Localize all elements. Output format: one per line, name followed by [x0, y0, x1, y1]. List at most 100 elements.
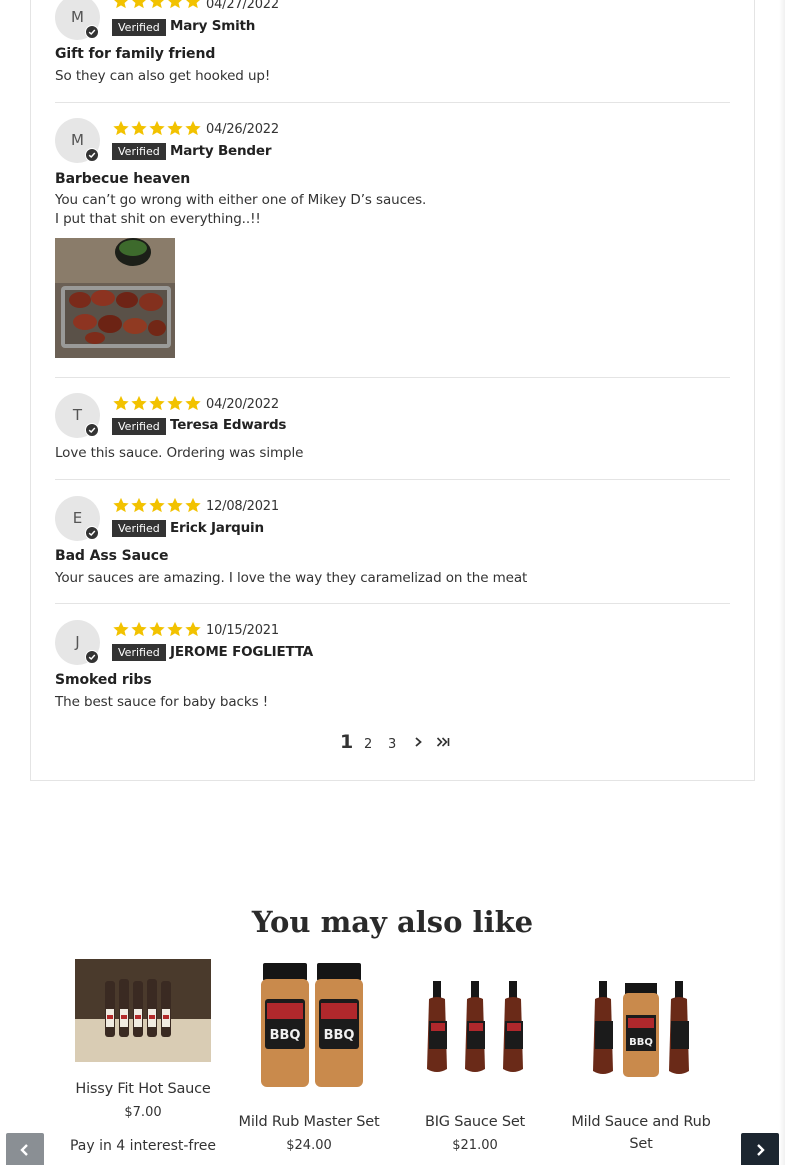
star-icon: [149, 497, 165, 513]
verified-badge: Verified: [112, 644, 166, 661]
star-icon: [185, 497, 201, 513]
star-icon: [113, 395, 129, 411]
svg-text:BBQ: BBQ: [324, 1028, 355, 1043]
page-link-2[interactable]: 2: [364, 737, 388, 752]
review-body: Your sauces are amazing. I love the way …: [55, 569, 527, 588]
star-icon: [167, 395, 183, 411]
reviewer-name: Mary Smith: [170, 18, 256, 34]
star-icon: [149, 395, 165, 411]
product-name[interactable]: Hissy Fit Hot Sauce: [60, 1078, 226, 1100]
star-rating: [112, 497, 202, 513]
avatar-initial: M: [71, 131, 84, 149]
carousel-prev-button[interactable]: [6, 1133, 44, 1165]
review-photo[interactable]: [55, 238, 175, 358]
product-name-line: Set: [629, 1136, 653, 1152]
review-date: 04/26/2022: [206, 122, 279, 137]
star-icon: [167, 120, 183, 136]
star-icon: [131, 395, 147, 411]
review-date: 04/27/2022: [206, 0, 279, 12]
avatar: E: [55, 496, 100, 541]
chevron-right-icon: [415, 737, 422, 747]
review-item: M 04/27/2022 Verified Mary Smith Gift fo…: [55, 0, 730, 103]
product-price: $7.00: [124, 1105, 162, 1120]
product-image[interactable]: BBQ BBQ: [241, 959, 377, 1095]
verified-badge: Verified: [112, 143, 166, 160]
star-icon: [113, 497, 129, 513]
product-card[interactable]: BIG Sauce Set $21.00: [392, 959, 558, 1153]
page-current: 1: [340, 731, 354, 753]
star-icon: [149, 621, 165, 637]
review-title: Gift for family friend: [55, 46, 216, 62]
product-image[interactable]: BBQ: [573, 959, 709, 1095]
chevron-left-icon: [20, 1144, 28, 1156]
page-edge: [779, 0, 785, 1165]
review-body: Love this sauce. Ordering was simple: [55, 444, 303, 463]
product-price: $21.00: [452, 1138, 498, 1153]
product-card[interactable]: BBQ BBQ Mild Rub Master Set $24.00: [226, 959, 392, 1153]
reviewer-name: JEROME FOGLIETTA: [170, 644, 314, 660]
avatar-initial: T: [72, 406, 83, 424]
product-name[interactable]: Mild Rub Master Set: [226, 1111, 392, 1133]
product-name[interactable]: BIG Sauce Set: [392, 1111, 558, 1133]
product-image[interactable]: [75, 959, 211, 1062]
pagination: 1 2 3: [340, 731, 460, 753]
review-title: Smoked ribs: [55, 672, 152, 688]
star-icon: [132, 0, 146, 9]
star-rating: [112, 120, 202, 136]
star-icon: [168, 0, 182, 9]
review-date: 04/20/2022: [206, 397, 279, 412]
review-item: J 10/15/2021 Verified JEROME FOGLIETTA S…: [55, 604, 730, 714]
page-link-3[interactable]: 3: [388, 737, 412, 752]
check-icon: [85, 423, 99, 437]
star-icon: [113, 120, 129, 136]
star-rating: [112, 621, 202, 637]
review-body-line: Love this sauce. Ordering was simple: [55, 445, 304, 461]
star-icon: [131, 120, 147, 136]
avatar: M: [55, 118, 100, 163]
last-page-button[interactable]: [436, 735, 460, 749]
installment-text: Pay in 4 interest-free: [69, 1138, 217, 1154]
product-image[interactable]: [407, 959, 543, 1095]
review-title: Barbecue heaven: [55, 171, 191, 187]
star-icon: [114, 0, 128, 9]
avatar: M: [55, 0, 100, 40]
review-body-line: The best sauce for baby backs !: [55, 694, 269, 710]
verified-badge: Verified: [112, 418, 166, 435]
carousel-next-button[interactable]: [741, 1133, 779, 1165]
verified-badge: Verified: [112, 520, 166, 537]
review-body-line: Your sauces are amazing. I love the way …: [55, 570, 528, 586]
avatar-initial: J: [75, 633, 80, 651]
star-icon: [150, 0, 164, 9]
review-body-line: You can’t go wrong with either one of Mi…: [55, 192, 427, 208]
review-item: E 12/08/2021 Verified Erick Jarquin Bad …: [55, 480, 730, 604]
check-icon: [85, 526, 99, 540]
product-card[interactable]: Hissy Fit Hot Sauce $7.00 Pay in 4 inter…: [60, 959, 226, 1154]
section-title: You may also like: [251, 905, 534, 939]
review-item: T 04/20/2022 Verified Teresa Edwards Lov…: [55, 378, 730, 480]
star-rating: [112, 0, 202, 9]
star-icon: [131, 497, 147, 513]
star-icon: [149, 120, 165, 136]
review-date: 12/08/2021: [206, 499, 279, 514]
star-icon: [185, 621, 201, 637]
review-body: You can’t go wrong with either one of Mi…: [55, 191, 426, 229]
svg-text:BBQ: BBQ: [629, 1037, 653, 1048]
reviewer-name: Marty Bender: [170, 143, 272, 159]
svg-text:BBQ: BBQ: [270, 1028, 301, 1043]
avatar: J: [55, 620, 100, 665]
review-date: 10/15/2021: [206, 623, 279, 638]
reviewer-name: Erick Jarquin: [170, 520, 264, 536]
next-page-button[interactable]: [412, 735, 436, 749]
product-card[interactable]: BBQ Mild Sauce and Rub Set: [558, 959, 724, 1155]
product-name[interactable]: Mild Sauce and Rub Set: [558, 1111, 724, 1155]
star-icon: [167, 497, 183, 513]
review-title: Bad Ass Sauce: [55, 548, 169, 564]
double-chevron-right-icon: [436, 737, 450, 747]
star-icon: [186, 0, 200, 9]
star-icon: [113, 621, 129, 637]
review-item: M 04/26/2022 Verified Marty Bender Barbe…: [55, 103, 730, 378]
verified-badge: Verified: [112, 19, 166, 36]
review-body-line: So they can also get hooked up!: [55, 68, 271, 84]
star-icon: [167, 621, 183, 637]
reviewer-name: Teresa Edwards: [170, 417, 287, 433]
